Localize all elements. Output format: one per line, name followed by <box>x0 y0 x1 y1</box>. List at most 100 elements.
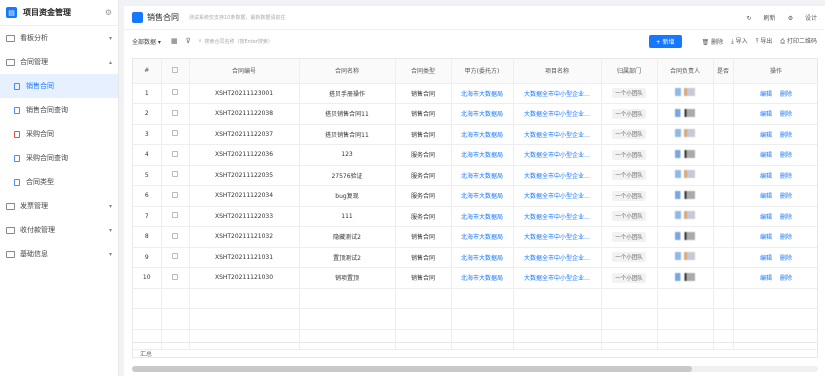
table-row[interactable]: 7 XSHT20211122033 111 服务合同 北海市大数据局 大数据全市中小型企业… <box>133 206 817 227</box>
party-a[interactable]: 北海市大数据局 <box>451 165 514 186</box>
checkbox[interactable] <box>172 66 178 73</box>
party-a[interactable]: 北海市大数据局 <box>451 83 514 104</box>
refresh-button[interactable]: ↻ 刷新 <box>747 15 776 22</box>
party-a[interactable]: 北海市大数据局 <box>451 144 514 166</box>
sidebar-subitem-sales-contract[interactable]: 销售合同 <box>0 74 118 98</box>
checkbox[interactable] <box>172 273 178 280</box>
delete-link[interactable]: 删除 <box>780 214 792 221</box>
export-button[interactable]: ⤒ 导出 <box>756 36 773 46</box>
project-name[interactable]: 大数据全市中小型企业… <box>513 267 602 289</box>
project-name[interactable]: 大数据全市中小型企业… <box>513 124 602 145</box>
row-actions: 编辑 删除 <box>733 124 817 145</box>
delete-link[interactable]: 删除 <box>780 173 792 180</box>
project-name[interactable]: 大数据全市中小型企业… <box>513 103 602 125</box>
checkbox[interactable] <box>172 253 178 260</box>
table-row[interactable]: 9 XSHT20211121031 置顶测试2 销售合同 北海市大数据局 大数据全市中小型… <box>133 247 817 268</box>
col-header[interactable]: 是否 <box>713 59 734 84</box>
columns-icon[interactable]: ▦ <box>171 37 178 45</box>
delete-link[interactable]: 删除 <box>780 91 792 98</box>
table-row[interactable]: 6 XSHT20211122034 bug复现 服务合同 北海市大数据局 大数据全市中小型… <box>133 185 817 207</box>
edit-link[interactable]: 编辑 <box>760 91 772 98</box>
sidebar-item-invoices[interactable]: 发票管理 ▾ <box>0 194 118 218</box>
sidebar-subitem-contract-type[interactable]: 合同类型 <box>0 170 118 194</box>
edit-link[interactable]: 编辑 <box>760 173 772 180</box>
party-a[interactable]: 北海市大数据局 <box>451 267 514 289</box>
delete-link[interactable]: 删除 <box>780 111 792 118</box>
sidebar-subitem-sales-query[interactable]: 销售合同查询 <box>0 98 118 122</box>
edit-link[interactable]: 编辑 <box>760 214 772 221</box>
checkbox[interactable] <box>172 232 178 239</box>
filter-icon[interactable]: ⊽ <box>186 37 191 45</box>
col-header[interactable]: 项目名称 <box>513 59 602 84</box>
search-input[interactable]: ⌕ 搜索合同名称（按Enter搜索） <box>199 38 309 45</box>
edit-link[interactable]: 编辑 <box>760 132 772 139</box>
edit-link[interactable]: 编辑 <box>760 255 772 262</box>
checkbox[interactable] <box>172 212 178 219</box>
party-a[interactable]: 北海市大数据局 <box>451 185 514 207</box>
project-name[interactable]: 大数据全市中小型企业… <box>513 144 602 166</box>
edit-link[interactable]: 编辑 <box>760 275 772 282</box>
col-header[interactable]: 甲方(委托方) <box>451 59 514 84</box>
table-row[interactable]: 8 XSHT20211121032 隐藏测试2 销售合同 北海市大数据局 大数据全市中小型… <box>133 226 817 248</box>
col-header[interactable]: 合同名称 <box>299 59 396 84</box>
table-row[interactable]: 2 XSHT20211122038 搭贝销售合同11 销售合同 北海市大数据局 大数据全市… <box>133 103 817 125</box>
checkbox[interactable] <box>172 130 178 137</box>
project-name[interactable]: 大数据全市中小型企业… <box>513 83 602 104</box>
delete-link[interactable]: 删除 <box>780 193 792 200</box>
new-button[interactable]: + 新增 <box>648 34 682 48</box>
col-header[interactable]: 合同负责人 <box>657 59 714 84</box>
project-name[interactable]: 大数据全市中小型企业… <box>513 206 602 227</box>
checkbox[interactable] <box>172 171 178 178</box>
project-name[interactable]: 大数据全市中小型企业… <box>513 165 602 186</box>
party-a[interactable]: 北海市大数据局 <box>451 206 514 227</box>
sidebar-item-basics[interactable]: 基础信息 ▾ <box>0 242 118 266</box>
sidebar-item-label: 基础信息 <box>20 250 48 258</box>
empty-cell <box>451 308 514 330</box>
scrollbar-thumb[interactable] <box>132 366 692 372</box>
party-a[interactable]: 北海市大数据局 <box>451 247 514 268</box>
horizontal-scrollbar[interactable] <box>132 366 818 372</box>
party-a[interactable]: 北海市大数据局 <box>451 226 514 248</box>
table-row[interactable]: 1 XSHT20211123001 搭贝手册操作 销售合同 北海市大数据局 大数据全市中小… <box>133 83 817 104</box>
row-number: 10 <box>133 267 162 289</box>
delete-link[interactable]: 删除 <box>780 132 792 139</box>
table-row[interactable]: 10 XSHT20211121030 销项置顶 销售合同 北海市大数据局 大数据全市中小型… <box>133 267 817 289</box>
edit-link[interactable]: 编辑 <box>760 234 772 241</box>
delete-link[interactable]: 删除 <box>780 152 792 159</box>
project-name[interactable]: 大数据全市中小型企业… <box>513 247 602 268</box>
edit-link[interactable]: 编辑 <box>760 193 772 200</box>
sidebar-item-contracts[interactable]: 合同管理 ▴ <box>0 50 118 74</box>
checkbox[interactable] <box>172 109 178 116</box>
project-name[interactable]: 大数据全市中小型企业… <box>513 226 602 248</box>
gear-icon[interactable]: ⚙ <box>105 8 112 17</box>
delete-link[interactable]: 删除 <box>780 234 792 241</box>
checkbox[interactable] <box>172 89 178 96</box>
sidebar-subitem-purchase-query[interactable]: 采购合同查询 <box>0 146 118 170</box>
project-name[interactable]: 大数据全市中小型企业… <box>513 185 602 207</box>
table-row[interactable]: 3 XSHT20211122037 搭贝销售合同11 销售合同 北海市大数据局 大数据全市… <box>133 124 817 145</box>
delete-link[interactable]: 删除 <box>780 255 792 262</box>
delete-link[interactable]: 删除 <box>780 275 792 282</box>
checkbox[interactable] <box>172 191 178 198</box>
row-number: 8 <box>133 226 162 248</box>
table-row[interactable]: 4 XSHT20211122036 123 服务合同 北海市大数据局 大数据全市中小型企业… <box>133 144 817 166</box>
party-a[interactable]: 北海市大数据局 <box>451 124 514 145</box>
checkbox[interactable] <box>172 150 178 157</box>
col-header-checkbox[interactable] <box>161 59 190 84</box>
party-a[interactable]: 北海市大数据局 <box>451 103 514 125</box>
col-header[interactable]: 合同类型 <box>395 59 452 84</box>
design-button[interactable]: ⚙ 设计 <box>788 15 817 22</box>
folder-icon <box>6 250 15 258</box>
print-qr-button[interactable]: ⎙ 打印二维码 <box>780 36 817 46</box>
sidebar-item-dashboard[interactable]: 看板分析 ▾ <box>0 26 118 50</box>
edit-link[interactable]: 编辑 <box>760 111 772 118</box>
sidebar-subitem-purchase-contract[interactable]: 采购合同 <box>0 122 118 146</box>
col-header[interactable]: 归属部门 <box>601 59 658 84</box>
sidebar-item-payments[interactable]: 收付款管理 ▾ <box>0 218 118 242</box>
col-header[interactable]: 合同编号 <box>189 59 300 84</box>
edit-link[interactable]: 编辑 <box>760 152 772 159</box>
import-button[interactable]: ⤓ 导入 <box>731 36 748 46</box>
delete-button[interactable]: 🗑 删除 <box>702 37 724 46</box>
scope-select[interactable]: 全部数据 ▾ <box>132 37 161 46</box>
table-row[interactable]: 5 XSHT20211122035 27576验证 服务合同 北海市大数据局 大数据全市中… <box>133 165 817 186</box>
